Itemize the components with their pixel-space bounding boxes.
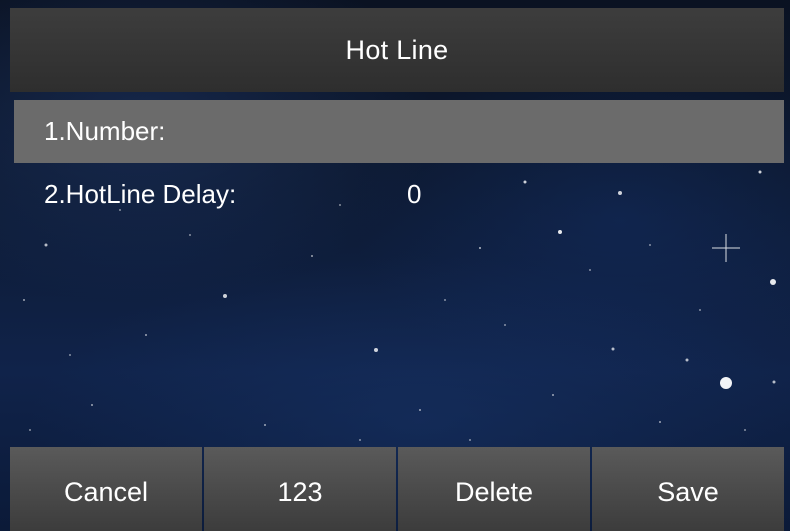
field-hotline-delay-value[interactable]: 0	[407, 179, 421, 210]
title-bar: Hot Line	[10, 8, 784, 92]
delete-softkey[interactable]: Delete	[398, 447, 590, 531]
screen-title: Hot Line	[345, 34, 449, 65]
field-hotline-delay[interactable]: 2.HotLine Delay: 0	[14, 163, 784, 226]
softkey-bar: Cancel 123 Delete Save	[10, 447, 784, 531]
cancel-softkey[interactable]: Cancel	[10, 447, 202, 531]
field-number[interactable]: 1.Number:	[14, 100, 784, 163]
phone-screen: Hot Line 1.Number: 2.HotLine Delay: 0 Ca…	[0, 0, 790, 531]
field-number-label: 1.Number:	[44, 116, 166, 146]
save-softkey[interactable]: Save	[592, 447, 784, 531]
field-hotline-delay-label: 2.HotLine Delay:	[44, 179, 237, 209]
input-mode-softkey[interactable]: 123	[204, 447, 396, 531]
settings-list: 1.Number: 2.HotLine Delay: 0	[14, 100, 784, 226]
